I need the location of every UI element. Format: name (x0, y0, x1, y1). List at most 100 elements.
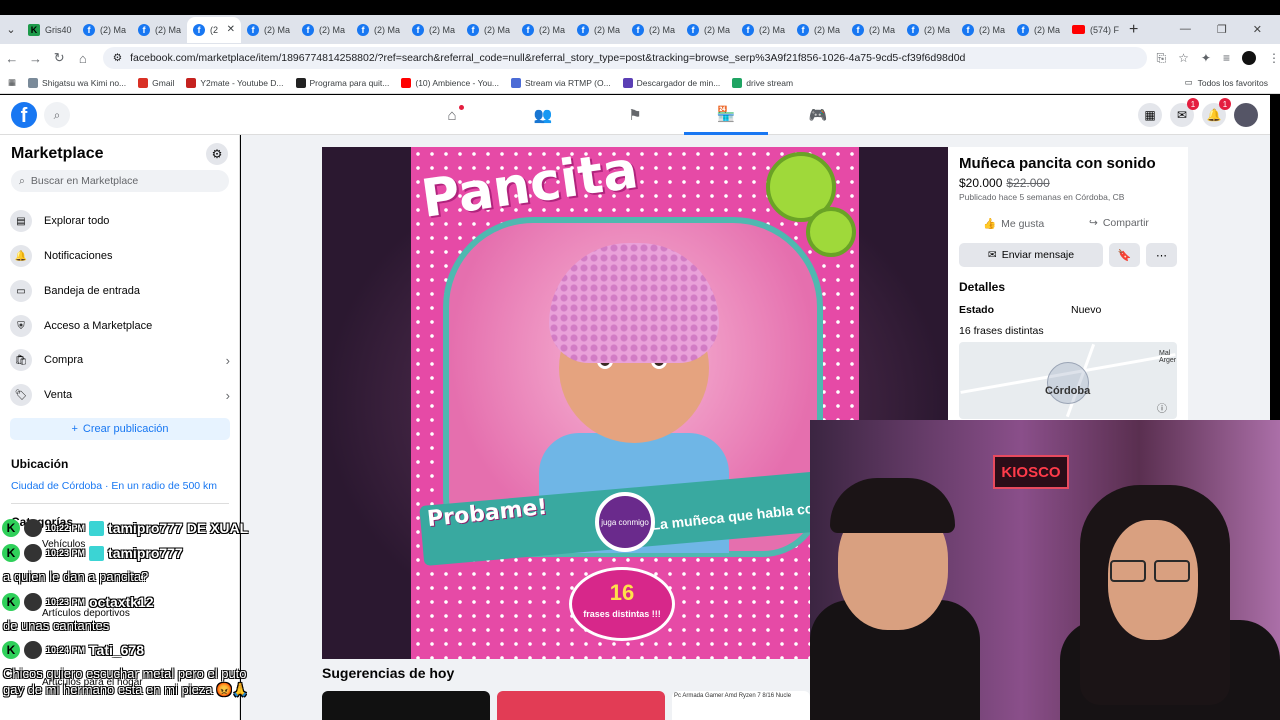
suggestion-card[interactable] (322, 691, 490, 720)
marketplace-search-input[interactable]: ⌕ Buscar en Marketplace (11, 170, 229, 192)
site-info-icon[interactable]: ⚙ (113, 52, 122, 64)
nav-marketplace-icon[interactable]: 🏪 (684, 95, 768, 135)
url-field[interactable]: ⚙ facebook.com/marketplace/item/18967748… (102, 47, 1147, 69)
nav-friends-icon[interactable]: 👥 (501, 95, 585, 135)
kick-icon: K (2, 519, 20, 537)
facebook-icon: f (83, 23, 95, 36)
sidebar-item-buying[interactable]: 🛍 Compra › (10, 346, 230, 374)
browser-tab[interactable]: f (2) Ma (132, 17, 187, 43)
browser-tab[interactable]: f (2) Ma (351, 17, 406, 43)
bookmark-item[interactable]: (10) Ambience - You... (401, 77, 499, 88)
sidebar-item-inbox[interactable]: ▭ Bandeja de entrada (10, 277, 230, 305)
tab-close-icon[interactable]: ✕ (227, 24, 235, 35)
create-listing-button[interactable]: + Crear publicación (10, 418, 230, 440)
more-options-button[interactable]: ⋯ (1146, 243, 1177, 267)
map-info-icon[interactable]: ⓘ (1157, 400, 1167, 415)
browser-tab[interactable]: f (2) Ma (736, 17, 791, 43)
save-bookmark-button[interactable]: 🔖 (1109, 243, 1140, 267)
sidebar-item-label: Compra (44, 354, 84, 366)
account-avatar[interactable] (1234, 103, 1258, 127)
bookmark-item[interactable]: Programa para quit... (295, 77, 389, 88)
new-tab-plus-icon[interactable]: + (1129, 21, 1138, 39)
location-heading: Ubicación (11, 457, 69, 471)
browser-tab[interactable]: f (2) Ma (296, 17, 351, 43)
notifications-bell-icon[interactable]: 🔔 1 (1202, 98, 1231, 127)
reload-icon[interactable]: ↻ (47, 50, 71, 66)
frases-label: frases distintas !!! (583, 609, 661, 619)
chat-message-row: K 10:23 PM octaxtk12 (2, 593, 154, 611)
facebook-icon: f (742, 23, 754, 36)
nav-home-icon[interactable]: ⌂ (410, 95, 494, 135)
sidebar-item-notifications[interactable]: 🔔 Notificaciones (10, 242, 230, 270)
browser-tab[interactable]: f (2) Ma (406, 17, 461, 43)
tab-label: (2) Ma (155, 24, 182, 35)
bookmark-star-icon[interactable]: ☆ (1178, 51, 1189, 65)
browser-tab[interactable]: (574) F (1066, 17, 1121, 43)
extensions-icon[interactable]: ✦ (1201, 51, 1211, 65)
shopping-bag-icon: 🛍 (10, 349, 32, 371)
apps-grid-icon[interactable]: ▦ (8, 77, 16, 88)
home-icon[interactable]: ⌂ (71, 51, 95, 66)
flower-decoration (806, 207, 856, 257)
bookmark-item[interactable]: Shigatsu wa Kimi no... (28, 77, 126, 88)
details-heading: Detalles (959, 280, 1006, 294)
browser-tab[interactable]: f (2) Ma (461, 17, 516, 43)
sidebar-item-label: Notificaciones (44, 250, 113, 262)
location-link[interactable]: Ciudad de Córdoba · En un radio de 500 k… (11, 480, 217, 492)
minimize-icon[interactable]: — (1180, 23, 1191, 36)
search-icon[interactable]: ⌕ (44, 102, 70, 128)
browser-tab[interactable]: f (2) Ma (77, 17, 132, 43)
restore-icon[interactable]: ❐ (1217, 23, 1227, 36)
close-window-icon[interactable]: ✕ (1253, 23, 1262, 36)
listing-details-panel: Muñeca pancita con sonido $20.000 $22.000… (948, 147, 1188, 447)
share-button[interactable]: ↪ Compartir (1089, 217, 1149, 229)
send-message-button[interactable]: ✉ Enviar mensaje (959, 243, 1103, 267)
browser-tab[interactable]: f (2) Ma (681, 17, 736, 43)
chat-username: Tati_678 (89, 642, 145, 658)
nav-gaming-icon[interactable]: 🎮 (776, 95, 860, 135)
browser-tab[interactable]: K Gris40 (22, 17, 77, 43)
facebook-icon: f (357, 23, 369, 36)
browser-tab[interactable]: f (2) Ma (846, 17, 901, 43)
sidebar-item-access[interactable]: ⛨ Acceso a Marketplace (10, 312, 230, 340)
location-map[interactable]: Córdoba Mal Arger ⓘ (959, 342, 1177, 419)
suggestion-card[interactable] (497, 691, 665, 720)
browser-tab[interactable]: f (2) Ma (516, 17, 571, 43)
settings-gear-icon[interactable]: ⚙ (206, 143, 228, 165)
browser-tab[interactable]: f (2) Ma (1011, 17, 1066, 43)
share-label: Compartir (1102, 217, 1149, 229)
facebook-logo[interactable]: f (11, 102, 37, 128)
media-controls-icon[interactable]: ≡ (1223, 51, 1230, 65)
back-arrow-icon[interactable]: ← (0, 51, 24, 66)
tab-label: Gris40 (45, 24, 72, 35)
profile-avatar[interactable] (1242, 51, 1256, 65)
like-button[interactable]: 👍 Me gusta (983, 217, 1044, 231)
browser-tab[interactable]: f (2 ✕ (187, 16, 241, 43)
tab-label: (2) Ma (704, 24, 731, 35)
avatar (24, 544, 42, 562)
browser-tab[interactable]: f (2) Ma (791, 17, 846, 43)
tab-search-chevron-icon[interactable]: ⌄ (0, 19, 22, 41)
browser-tab[interactable]: f (2) Ma (956, 17, 1011, 43)
browser-tab[interactable]: f (2) Ma (626, 17, 681, 43)
old-price: $22.000 (1006, 176, 1050, 190)
browser-tab[interactable]: f (2) Ma (241, 17, 296, 43)
menu-grid-icon[interactable]: ▦ (1138, 103, 1162, 127)
messenger-icon[interactable]: ✉ 1 (1170, 98, 1199, 127)
bookmark-item[interactable]: Descargador de min... (622, 77, 720, 88)
browser-tab[interactable]: f (2) Ma (571, 17, 626, 43)
suggestion-card[interactable]: Pc Armada Gamer Amd Ryzen 7 8/16 Nucle (672, 691, 810, 720)
sidebar-item-selling[interactable]: 🏷 Venta › (10, 381, 230, 409)
browser-tab[interactable]: f (2) Ma (901, 17, 956, 43)
menu-kebab-icon[interactable]: ⋮ (1268, 51, 1280, 65)
install-app-icon[interactable]: ⎘ (1157, 51, 1167, 66)
sidebar-item-label: Explorar todo (44, 215, 110, 227)
sidebar-item-explore[interactable]: ▤ Explorar todo (10, 207, 230, 235)
forward-arrow-icon[interactable]: → (24, 51, 48, 66)
nav-pages-flag-icon[interactable]: ⚑ (593, 95, 677, 135)
bookmark-item[interactable]: Stream via RTMP (O... (511, 77, 611, 88)
all-bookmarks-button[interactable]: ▭ Todos los favoritos (1185, 77, 1280, 88)
bookmark-item[interactable]: Gmail (138, 77, 174, 88)
bookmark-item[interactable]: Y2mate - Youtube D... (186, 77, 284, 88)
bookmark-item[interactable]: drive stream (732, 77, 793, 88)
